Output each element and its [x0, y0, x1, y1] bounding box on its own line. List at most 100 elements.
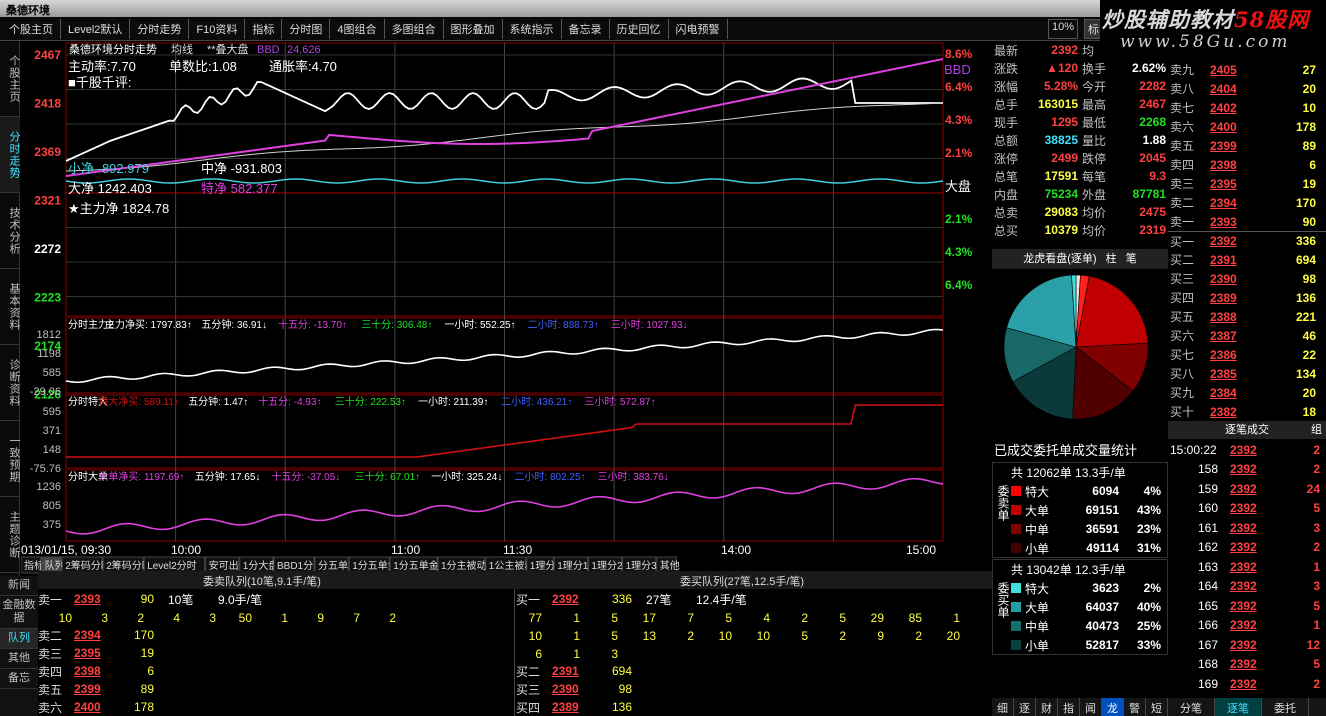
small-net: 小净 -892.979: [68, 161, 149, 176]
side-tab-6[interactable]: 主题诊断: [0, 497, 20, 573]
book-name: 卖四: [1170, 158, 1195, 172]
legend-swatch: [1011, 486, 1021, 496]
queue-row[interactable]: 卖六 2400 178: [38, 698, 168, 716]
book-row[interactable]: 买一 2392 336: [1168, 231, 1326, 250]
stats-side-label: 委卖单: [996, 485, 1010, 521]
book-row[interactable]: 买二 2391 694: [1168, 250, 1326, 269]
queue-row-price: 2399: [74, 682, 101, 696]
toolbar-item-7[interactable]: 多图组合: [385, 18, 444, 39]
quote-value: 163015: [1037, 97, 1078, 111]
br-tab-4[interactable]: 闻: [1080, 698, 1102, 716]
book-row[interactable]: 卖五 2399 89: [1168, 136, 1326, 155]
stats-value: 69151: [1085, 503, 1119, 517]
intraday-chart-svg[interactable]: 246724182369232122722223217421268.6%6.4%…: [20, 41, 992, 576]
dragon-title[interactable]: 龙虎看盘(逐单): [1023, 253, 1096, 265]
stat-zd: 主动率:7.70: [68, 59, 136, 74]
side2-tab-3[interactable]: 其他: [0, 649, 38, 669]
queue-row[interactable]: 卖一 2393 90 10笔 9.0手/笔: [38, 590, 262, 608]
toolbar-item-1[interactable]: Level2默认: [61, 18, 131, 39]
queue-row[interactable]: 买一 2392 336 27笔 12.4手/笔: [516, 590, 747, 608]
book-row[interactable]: 卖九 2405 27: [1168, 60, 1326, 79]
tick-index: 158: [1197, 462, 1218, 477]
sub1-yaxis: -29.06: [30, 386, 61, 398]
stats-pct: 40%: [1136, 600, 1161, 614]
toolbar-item-12[interactable]: 闪电预警: [669, 18, 728, 39]
book-row[interactable]: 买九 2384 20: [1168, 383, 1326, 402]
book-row[interactable]: 买三 2390 98: [1168, 269, 1326, 288]
toolbar-item-4[interactable]: 指标: [245, 18, 283, 39]
book-row[interactable]: 卖三 2395 19: [1168, 174, 1326, 193]
br-tab-6[interactable]: 警: [1124, 698, 1146, 716]
book-row[interactable]: 卖二 2394 170: [1168, 193, 1326, 212]
dragon-count-tab[interactable]: 笔: [1126, 253, 1137, 265]
side2-tab-0[interactable]: 新闻: [0, 576, 38, 596]
book-row[interactable]: 卖一 2393 90: [1168, 212, 1326, 231]
br-tab-1[interactable]: 逐: [1014, 698, 1036, 716]
stats-label: 小单: [1025, 638, 1050, 653]
main-yaxis-label: 2321: [34, 194, 61, 208]
queue-row[interactable]: 买四 2389 136: [516, 698, 646, 716]
toolbar-item-8[interactable]: 图形叠加: [444, 18, 503, 39]
side-tab-4[interactable]: 诊断资料: [0, 345, 20, 421]
zoom-button[interactable]: 10%: [1048, 19, 1079, 39]
queue-row[interactable]: 卖四 2398 6: [38, 662, 168, 680]
ticks-group-tab[interactable]: 组: [1311, 421, 1322, 439]
br-tab-7[interactable]: 短: [1146, 698, 1168, 716]
side2-tab-2[interactable]: 队列: [0, 629, 38, 649]
br2-tab-0[interactable]: 分笔: [1168, 698, 1215, 716]
queue-detail-cell: 13: [642, 629, 656, 643]
toolbar-item-10[interactable]: 备忘录: [562, 18, 610, 39]
br-tab-3[interactable]: 指: [1058, 698, 1080, 716]
toolbar-item-5[interactable]: 分时图: [282, 18, 331, 39]
side-tab-5[interactable]: 一致预期: [0, 421, 20, 497]
br2-tab-1[interactable]: 逐笔: [1215, 698, 1262, 716]
br-tab-5[interactable]: 龙: [1102, 698, 1124, 716]
queue-row-name: 买三: [516, 682, 541, 697]
quote-label: 总卖: [994, 205, 1019, 220]
side-tab-1[interactable]: 分时走势: [0, 117, 20, 193]
side-tab-2[interactable]: 技术分析: [0, 193, 20, 269]
side2-tab-1[interactable]: 金融数据: [0, 596, 38, 629]
toolbar: 个股主页 Level2默认 分时走势 F10资料 指标 分时图 4图组合 多图组合 图形叠加 系统…: [0, 17, 1100, 41]
br-tab-0[interactable]: 细: [992, 698, 1014, 716]
quote-value: 38825: [1044, 133, 1078, 147]
book-row[interactable]: 买十 2382 18: [1168, 402, 1326, 421]
queue-row[interactable]: 买二 2391 694: [516, 662, 646, 680]
book-row[interactable]: 买七 2386 22: [1168, 345, 1326, 364]
toolbar-item-3[interactable]: F10资料: [189, 18, 246, 39]
side2-tab-4[interactable]: 备忘: [0, 669, 38, 689]
side-tab-3[interactable]: 基本资料: [0, 269, 20, 345]
book-row[interactable]: 买五 2388 221: [1168, 307, 1326, 326]
book-row[interactable]: 买八 2385 134: [1168, 364, 1326, 383]
toolbar-item-6[interactable]: 4图组合: [330, 18, 385, 39]
tick-row: 162 2392 2: [1168, 538, 1326, 558]
book-row[interactable]: 卖八 2404 20: [1168, 79, 1326, 98]
quote-value: 75234: [1044, 187, 1078, 201]
br-tab-2[interactable]: 财: [1036, 698, 1058, 716]
br2-tab-2[interactable]: 委托: [1262, 698, 1309, 716]
tick-vol: 2: [1313, 676, 1320, 691]
stats-label: 中单: [1025, 619, 1050, 634]
stats-row: 中单 36591 23%: [1011, 520, 1161, 538]
sub2-title-7: 三小时: 572.87↑: [584, 396, 655, 408]
book-row[interactable]: 买四 2389 136: [1168, 288, 1326, 307]
book-row[interactable]: 卖四 2398 6: [1168, 155, 1326, 174]
dragon-bar-tab[interactable]: 柱: [1106, 253, 1117, 265]
queue-row[interactable]: 买三 2390 98: [516, 680, 646, 698]
book-row[interactable]: 卖七 2402 10: [1168, 98, 1326, 117]
sub1-yaxis: 1198: [37, 348, 61, 360]
queue-row[interactable]: 卖二 2394 170: [38, 626, 168, 644]
toolbar-item-9[interactable]: 系统指示: [503, 18, 562, 39]
queue-row[interactable]: 卖三 2395 19: [38, 644, 168, 662]
toolbar-item-11[interactable]: 历史回忆: [610, 18, 669, 39]
queue-row[interactable]: 卖五 2399 89: [38, 680, 168, 698]
toolbar-item-0[interactable]: 个股主页: [2, 18, 61, 39]
sub3-title-3: 十五分: -37.05↓: [271, 470, 340, 483]
side-tab-0[interactable]: 个股主页: [0, 41, 20, 117]
toolbar-item-2[interactable]: 分时走势: [130, 18, 190, 39]
queue-detail-cell: 4: [763, 611, 770, 625]
book-row[interactable]: 买六 2387 46: [1168, 326, 1326, 345]
quote-label2: 量比: [1082, 133, 1107, 148]
stats-row: 大单 64037 40%: [1011, 598, 1161, 616]
book-row[interactable]: 卖六 2400 178: [1168, 117, 1326, 136]
